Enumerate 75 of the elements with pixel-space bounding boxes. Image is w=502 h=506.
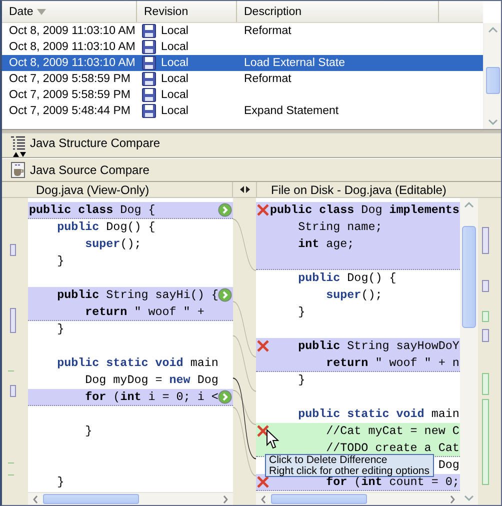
history-row[interactable]: Oct 8, 2009 11:03:10 AM Local: [2, 39, 483, 55]
revision-cell: Local: [161, 57, 188, 69]
revision-cell: Local: [161, 105, 188, 117]
code-line: public static void main: [298, 407, 460, 421]
copy-difference-button[interactable]: [218, 288, 232, 302]
mouse-pointer-icon: [266, 429, 279, 450]
revision-cell: Local: [161, 89, 188, 101]
structure-compare-title: Java Structure Compare: [30, 136, 160, 150]
date-cell-text: Oct 7, 2009 5:58:59 PM: [8, 73, 132, 85]
code-line: String name;: [298, 220, 382, 234]
code-line: public static void main: [57, 356, 218, 370]
code-line: //Cat myCat = new C: [326, 424, 460, 438]
vertical-scrollbar[interactable]: [460, 198, 478, 505]
revision-cell: Local: [161, 25, 188, 37]
description-cell-text: Reformat: [243, 73, 292, 85]
code-line: //TODO create a Cat: [326, 441, 460, 455]
scrollbar-thumb[interactable]: [43, 494, 139, 504]
date-cell-text: Oct 8, 2009 11:03:10 AM: [8, 41, 136, 53]
code-line: return " woof " + n: [326, 356, 460, 370]
left-pane-title: Dog.java (View-Only): [36, 182, 150, 196]
revision-cell: Local: [161, 73, 188, 85]
code-line: super();: [85, 237, 142, 251]
column-header[interactable]: Description: [237, 1, 439, 22]
history-row[interactable]: Oct 8, 2009 11:03:10 AM Local Load External State: [2, 55, 483, 71]
code-line: super();: [326, 288, 382, 302]
code-line: public String sayHowDoY: [298, 339, 460, 353]
code-line: public Dog() {: [57, 220, 156, 234]
revision-cell: Local: [161, 41, 188, 53]
code-line: for (int count = 0;: [326, 475, 460, 489]
horizontal-scrollbar[interactable]: [256, 492, 460, 505]
column-header[interactable]: Date: [2, 1, 137, 22]
description-cell-text: Load External State: [243, 57, 346, 69]
code-line: }: [57, 322, 64, 336]
scrollbar-thumb[interactable]: [462, 226, 476, 328]
code-line: Dog: [438, 458, 460, 472]
description-cell-text: Reformat: [243, 25, 292, 37]
copy-difference-button[interactable]: [218, 203, 232, 217]
date-cell-text: Oct 7, 2009 5:48:44 PM: [8, 105, 132, 117]
history-row[interactable]: Oct 7, 2009 5:58:59 PM Local Reformat: [2, 71, 483, 87]
tooltip-text: Right click for other editing options: [269, 466, 430, 476]
date-cell-text: Oct 8, 2009 11:03:10 AM: [8, 25, 136, 37]
code-line: int age;: [298, 237, 354, 251]
code-line: for (int i = 0; i <: [85, 390, 218, 404]
source-compare-title: Java Source Compare: [30, 163, 150, 177]
left-right-arrows-icon[interactable]: [240, 186, 250, 193]
document-icon: [10, 162, 26, 178]
scrollbar-thumb[interactable]: [486, 67, 500, 94]
code-line: public class Dog implements: [270, 203, 460, 217]
horizontal-scrollbar[interactable]: [28, 492, 233, 505]
right-pane-title: File on Disk - Dog.java (Editable): [271, 182, 446, 196]
sort-caret-icon: [37, 8, 46, 14]
code-line: Dog myDog = new Dog: [85, 373, 218, 387]
code-line: public Dog() {: [298, 271, 396, 285]
copy-difference-button[interactable]: [218, 390, 232, 404]
code-line: public String sayHi() {: [57, 288, 218, 302]
code-line: }: [57, 475, 64, 489]
list-icon: [10, 135, 26, 151]
history-row[interactable]: Oct 7, 2009 5:58:59 PM Local: [2, 87, 483, 103]
date-cell-text: Oct 7, 2009 5:58:59 PM: [8, 89, 132, 101]
code-line: return " woof " +: [85, 305, 204, 319]
code-line: public class Dog {: [29, 203, 156, 217]
vertical-scrollbar[interactable]: [483, 23, 501, 129]
scrollbar-thumb[interactable]: [271, 494, 367, 504]
code-line: }: [57, 254, 64, 268]
history-row[interactable]: Oct 7, 2009 5:48:44 PM Local Expand Statement: [2, 103, 483, 119]
code-line: }: [298, 373, 306, 387]
date-cell-text: Oct 8, 2009 11:03:10 AM: [8, 57, 136, 69]
code-line: }: [298, 305, 306, 319]
tooltip-text: Click to Delete Difference: [269, 455, 388, 466]
column-header[interactable]: Revision: [137, 1, 237, 22]
history-row[interactable]: Oct 8, 2009 11:03:10 AM Local Reformat: [2, 23, 483, 39]
splitter-arrows-icon[interactable]: [12, 152, 28, 157]
delete-difference-button[interactable]: [257, 425, 269, 437]
code-line: }: [85, 424, 92, 438]
description-cell-text: Expand Statement: [243, 105, 340, 117]
